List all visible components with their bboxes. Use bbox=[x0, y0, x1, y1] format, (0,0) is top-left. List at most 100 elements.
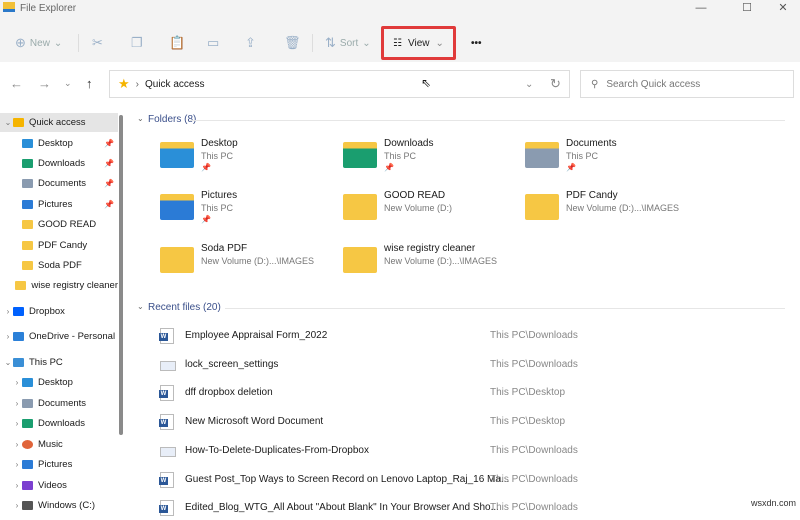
file-location: This PC\Desktop bbox=[490, 387, 566, 399]
sidebar-item-quick-access[interactable]: ⌄ Quick access bbox=[0, 113, 118, 132]
pin-icon: 📌 bbox=[104, 200, 114, 209]
sidebar-item-label: Music bbox=[38, 439, 63, 450]
star-icon: ★ bbox=[118, 76, 130, 91]
breadcrumb-chevron-icon: › bbox=[135, 78, 139, 90]
folder-name: PDF Candy bbox=[566, 190, 618, 201]
view-label: View bbox=[408, 37, 430, 49]
expand-chevron-icon[interactable]: › bbox=[3, 307, 13, 316]
recent-file-row[interactable]: W Employee Appraisal Form_2022 This PC\Dow… bbox=[158, 326, 798, 348]
sidebar-item-pictures[interactable]: Pictures 📌 bbox=[0, 195, 118, 214]
expand-chevron-icon[interactable]: ⌄ bbox=[3, 118, 13, 127]
expand-chevron-icon[interactable]: › bbox=[12, 501, 22, 510]
breadcrumb-quick-access[interactable]: Quick access bbox=[145, 79, 204, 90]
recent-file-row[interactable]: W New Microsoft Word Document This PC\Desk… bbox=[158, 412, 798, 434]
sidebar-item-windows-c-[interactable]: › Windows (C:) bbox=[0, 496, 118, 515]
back-button[interactable]: ← bbox=[10, 76, 23, 91]
up-button[interactable]: ↑ bbox=[86, 76, 93, 91]
recent-file-row[interactable]: lock_screen_settings This PC\Downloads bbox=[158, 355, 798, 377]
expand-chevron-icon[interactable]: › bbox=[12, 440, 22, 449]
sidebar-item-wise-registry-cleaner[interactable]: wise registry cleaner bbox=[0, 276, 118, 295]
sidebar-item-videos[interactable]: › Videos bbox=[0, 476, 118, 495]
sidebar-item-downloads[interactable]: Downloads 📌 bbox=[0, 154, 118, 173]
folder-name: GOOD READ bbox=[384, 190, 446, 201]
refresh-button[interactable]: ↻ bbox=[550, 76, 561, 92]
recent-file-row[interactable]: How-To-Delete-Duplicates-From-Dropbox Thi… bbox=[158, 441, 798, 463]
expand-chevron-icon[interactable]: ⌄ bbox=[3, 358, 13, 367]
image-file-icon bbox=[160, 360, 176, 371]
sidebar-item-good-read[interactable]: GOOD READ bbox=[0, 215, 118, 234]
sidebar-item-label: Desktop bbox=[38, 138, 73, 149]
sidebar-item-music[interactable]: › Music bbox=[0, 435, 118, 454]
sidebar-item-onedrive-personal[interactable]: › OneDrive - Personal bbox=[0, 327, 118, 346]
sidebar-item-pictures[interactable]: › Pictures bbox=[0, 455, 118, 474]
address-history-button[interactable]: ⌄ bbox=[525, 79, 533, 90]
sidebar-item-dropbox[interactable]: › Dropbox bbox=[0, 302, 118, 321]
sidebar-item-this-pc[interactable]: ⌄ This PC bbox=[0, 353, 118, 372]
sidebar-item-soda-pdf[interactable]: Soda PDF bbox=[0, 256, 118, 275]
search-box[interactable]: ⚲ Search Quick access bbox=[580, 70, 794, 98]
sidebar-item-desktop[interactable]: › Desktop bbox=[0, 373, 118, 392]
folder-tile[interactable]: PDF Candy New Volume (D:)...\IMAGES bbox=[525, 190, 705, 234]
folder-tile[interactable]: Soda PDF New Volume (D:)...\IMAGES bbox=[160, 243, 340, 287]
word-document-icon: W bbox=[159, 328, 174, 344]
divider bbox=[225, 308, 785, 309]
folder-folder-icon bbox=[343, 247, 377, 273]
folder-tile[interactable]: Desktop This PC 📌 bbox=[160, 138, 340, 182]
expand-chevron-icon[interactable]: › bbox=[12, 481, 22, 490]
pin-icon: 📌 bbox=[104, 159, 114, 168]
recent-locations-button[interactable]: ⌄ bbox=[64, 78, 72, 89]
forward-button[interactable]: → bbox=[38, 76, 51, 91]
recent-file-row[interactable]: Wdff dropbox deletion This PC\Desktop bbox=[158, 383, 798, 405]
folder-tile[interactable]: Pictures This PC 📌 bbox=[160, 190, 340, 234]
folder-tile[interactable]: Documents This PC 📌 bbox=[525, 138, 705, 182]
file-name: How-To-Delete-Duplicates-From-Dropbox bbox=[185, 444, 369, 456]
paste-button[interactable]: 📋 bbox=[169, 32, 185, 54]
copy-button[interactable]: ❐ bbox=[131, 32, 143, 54]
sidebar-item-pdf-candy[interactable]: PDF Candy bbox=[0, 236, 118, 255]
expand-chevron-icon[interactable]: › bbox=[12, 460, 22, 469]
sort-label: Sort bbox=[339, 37, 359, 49]
close-button[interactable]: ✕ bbox=[760, 0, 800, 18]
delete-button[interactable]: 🗑 bbox=[284, 32, 301, 54]
view-button[interactable]: ☷ View ⌄ bbox=[381, 26, 456, 60]
cut-button[interactable]: ✂ bbox=[92, 32, 103, 54]
rename-button[interactable]: ▭ bbox=[207, 32, 219, 54]
word-document-icon: W bbox=[159, 471, 174, 488]
chevron-down-icon: ⌄ bbox=[53, 37, 63, 49]
pin-icon: 📌 bbox=[201, 215, 211, 224]
pin-icon: 📌 bbox=[104, 139, 114, 148]
collapse-recent-chevron[interactable]: ⌄ bbox=[137, 302, 144, 311]
expand-chevron-icon[interactable]: › bbox=[3, 332, 13, 341]
share-button[interactable]: ⇪ bbox=[245, 32, 256, 54]
navigation-scrollbar[interactable] bbox=[119, 115, 123, 435]
search-input[interactable]: Search Quick access bbox=[606, 79, 700, 90]
sidebar-item-documents[interactable]: Documents 📌 bbox=[0, 174, 118, 193]
collapse-folders-chevron[interactable]: ⌄ bbox=[137, 114, 144, 123]
more-options-button[interactable]: ••• bbox=[471, 32, 482, 54]
new-button[interactable]: ⊕ New ⌄ bbox=[15, 32, 62, 54]
folder-tile[interactable]: Downloads This PC 📌 bbox=[343, 138, 523, 182]
recent-file-row[interactable]: W Guest Post_Top Ways to Screen Record on… bbox=[158, 470, 798, 492]
minimize-button[interactable]: — bbox=[678, 0, 724, 18]
expand-chevron-icon[interactable]: › bbox=[12, 399, 22, 408]
address-bar[interactable]: ★ › Quick access bbox=[109, 70, 570, 98]
recent-files-header[interactable]: Recent files (20) bbox=[148, 302, 221, 313]
recent-file-row[interactable]: W Edited_Blog_WTG_All About "About Blank"… bbox=[158, 498, 798, 520]
folder-tile[interactable]: wise registry cleaner New Volume (D:)...… bbox=[343, 243, 523, 287]
expand-chevron-icon[interactable]: › bbox=[12, 419, 22, 428]
file-location: This PC\Downloads bbox=[490, 502, 578, 514]
folder-tile[interactable]: GOOD READ New Volume (D:) bbox=[343, 190, 523, 234]
folder-name: wise registry cleaner bbox=[384, 243, 476, 254]
folder-folder-icon bbox=[525, 194, 559, 220]
divider bbox=[190, 120, 785, 121]
sort-button[interactable]: ⇅ Sort ⌄ bbox=[325, 32, 371, 54]
sidebar-item-label: PDF Candy bbox=[38, 240, 88, 251]
sidebar-item-downloads[interactable]: › Downloads bbox=[0, 414, 118, 433]
folder-location: New Volume (D:)...\IMAGES bbox=[201, 256, 315, 266]
sidebar-item-desktop[interactable]: Desktop 📌 bbox=[0, 134, 118, 153]
expand-chevron-icon[interactable]: › bbox=[12, 378, 22, 387]
onedrive-icon bbox=[13, 332, 24, 341]
file-explorer-app-icon bbox=[3, 2, 15, 12]
sidebar-item-documents[interactable]: › Documents bbox=[0, 394, 118, 413]
image-file-icon bbox=[160, 446, 176, 457]
